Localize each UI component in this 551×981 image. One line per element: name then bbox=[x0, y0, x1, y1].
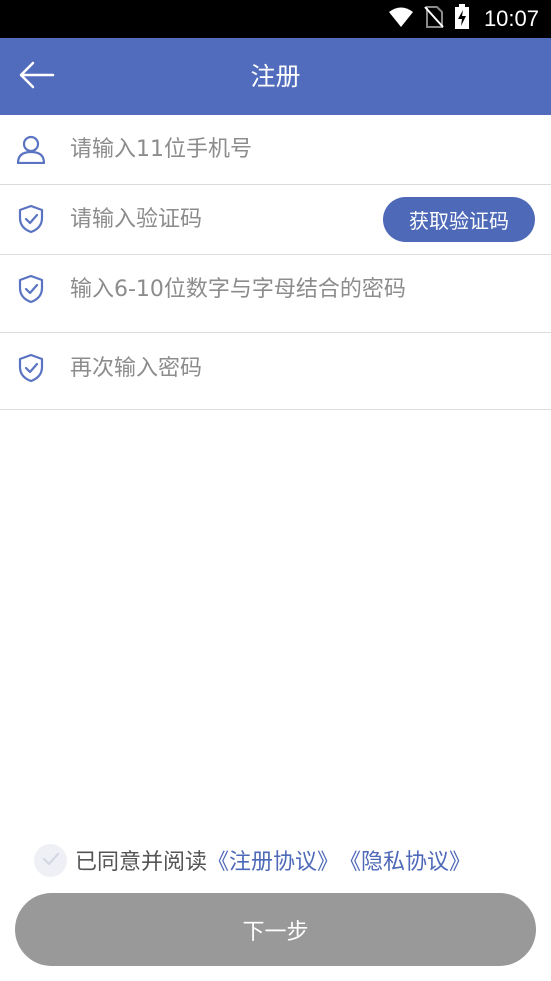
agreement-text: 已同意并阅读 bbox=[75, 850, 208, 875]
confirm-password-input[interactable] bbox=[70, 351, 530, 385]
user-icon bbox=[16, 134, 46, 164]
shield-check-icon bbox=[16, 204, 46, 234]
phone-row bbox=[0, 115, 551, 185]
status-icons: 10:07 bbox=[388, 0, 539, 38]
battery-charging-icon bbox=[454, 4, 470, 34]
arrow-left-icon bbox=[17, 60, 57, 94]
register-agreement-link[interactable]: 《注册协议》 bbox=[207, 844, 339, 876]
status-bar: 10:07 bbox=[0, 0, 551, 38]
shield-check-icon bbox=[16, 274, 46, 304]
page-title: 注册 bbox=[250, 62, 301, 91]
shield-check-icon bbox=[16, 353, 46, 383]
status-time: 10:07 bbox=[483, 6, 539, 31]
agreement-row: 已同意并阅读 《注册协议》 《隐私协议》 bbox=[34, 843, 471, 877]
code-row: 获取验证码 bbox=[0, 185, 551, 255]
app-bar: 注册 bbox=[0, 38, 551, 115]
password-input[interactable] bbox=[70, 272, 530, 306]
wifi-icon bbox=[388, 6, 414, 32]
code-input[interactable] bbox=[70, 202, 370, 236]
next-button[interactable]: 下一步 bbox=[15, 893, 536, 966]
back-button[interactable] bbox=[14, 54, 60, 100]
check-icon bbox=[41, 848, 61, 873]
confirm-password-row bbox=[0, 333, 551, 410]
no-sim-icon bbox=[424, 5, 444, 33]
privacy-agreement-link[interactable]: 《隐私协议》 bbox=[339, 844, 471, 876]
get-code-button[interactable]: 获取验证码 bbox=[383, 197, 535, 242]
password-row bbox=[0, 255, 551, 333]
agree-checkbox[interactable] bbox=[34, 843, 67, 877]
phone-input[interactable] bbox=[70, 132, 530, 166]
